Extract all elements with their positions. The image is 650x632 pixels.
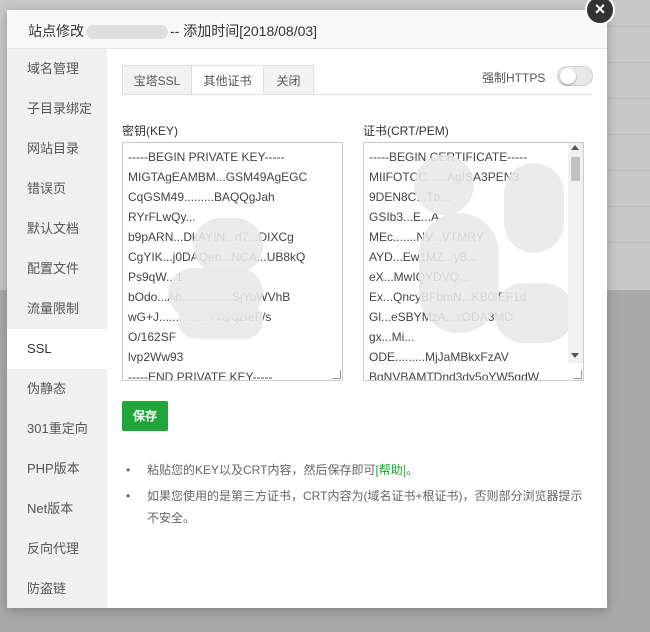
redaction-blob <box>419 213 499 333</box>
tip-end: 。 <box>406 463 419 477</box>
save-button[interactable]: 保存 <box>122 401 168 431</box>
tip-text: 如果您使用的是第三方证书，CRT内容为(域名证书+根证书)，否则部分浏览器提示不… <box>147 489 583 525</box>
tab-close[interactable]: 关闭 <box>263 65 314 95</box>
bullet-icon: • <box>126 463 131 477</box>
tip-item: • 粘贴您的KEY以及CRT内容，然后保存即可[帮助]。 <box>122 459 592 481</box>
redacted-site-name <box>86 25 168 40</box>
sidebar-item-rewrite[interactable]: 伪静态 <box>7 369 107 409</box>
certificate-textarea[interactable]: -----BEGIN CERTIFICATE----- MIIFOTCC....… <box>363 142 584 381</box>
ssl-tips: • 粘贴您的KEY以及CRT内容，然后保存即可[帮助]。 • 如果您使用的是第三方证… <box>122 459 592 529</box>
sidebar-item-redirect[interactable]: 301重定向 <box>7 409 107 449</box>
force-https-toggle[interactable] <box>557 66 593 86</box>
tab-divider <box>122 94 592 95</box>
sidebar-item-ssl[interactable]: SSL <box>7 329 107 369</box>
tab-baota-ssl[interactable]: 宝塔SSL <box>122 65 192 95</box>
sidebar-item-default-doc[interactable]: 默认文档 <box>7 209 107 249</box>
redaction-blob <box>494 283 574 343</box>
redaction-blob <box>414 155 474 215</box>
sidebar-item-php-version[interactable]: PHP版本 <box>7 449 107 489</box>
bullet-icon: • <box>126 489 131 503</box>
sidebar-item-error-page[interactable]: 错误页 <box>7 169 107 209</box>
sidebar-item-site-directory[interactable]: 网站目录 <box>7 129 107 169</box>
dialog-title: 站点修改 -- 添加时间[2018/08/03] <box>28 21 317 41</box>
scroll-down-icon[interactable] <box>571 353 579 358</box>
ssl-panel: 宝塔SSL 其他证书 关闭 强制HTTPS 密钥(KEY) 证书(CRT/PEM… <box>122 49 593 608</box>
resize-handle[interactable] <box>332 370 341 379</box>
resize-handle[interactable] <box>573 370 582 379</box>
title-prefix: 站点修改 <box>28 23 84 39</box>
dialog-header: 站点修改 -- 添加时间[2018/08/03] <box>7 10 607 49</box>
cert-scrollbar[interactable] <box>568 143 583 363</box>
sidebar-item-domain[interactable]: 域名管理 <box>7 49 107 89</box>
sidebar-item-hotlink[interactable]: 防盗链 <box>7 569 107 609</box>
title-suffix: -- 添加时间[2018/08/03] <box>170 23 318 39</box>
redaction-blob <box>178 303 263 339</box>
scroll-thumb[interactable] <box>571 157 580 181</box>
sidebar-item-traffic-limit[interactable]: 流量限制 <box>7 289 107 329</box>
key-label: 密钥(KEY) <box>122 124 179 138</box>
tip-text: 粘贴您的KEY以及CRT内容，然后保存即可 <box>147 463 376 477</box>
scroll-up-icon[interactable] <box>571 145 579 150</box>
force-https-label: 强制HTTPS <box>482 71 546 85</box>
tip-item: • 如果您使用的是第三方证书，CRT内容为(域名证书+根证书)，否则部分浏览器提示… <box>122 485 592 529</box>
redaction-blob <box>193 218 263 273</box>
sidebar-item-net-version[interactable]: Net版本 <box>7 489 107 529</box>
private-key-textarea[interactable]: -----BEGIN PRIVATE KEY----- MIGTAgEAMBM.… <box>122 142 343 381</box>
redaction-blob <box>504 163 564 253</box>
settings-sidebar: 域名管理 子目录绑定 网站目录 错误页 默认文档 配置文件 流量限制 SSL 伪… <box>7 49 107 608</box>
toggle-knob <box>560 68 576 84</box>
sidebar-item-config-file[interactable]: 配置文件 <box>7 249 107 289</box>
sidebar-item-reverse-proxy[interactable]: 反向代理 <box>7 529 107 569</box>
site-edit-dialog: 站点修改 -- 添加时间[2018/08/03] 域名管理 子目录绑定 网站目录 … <box>7 10 607 608</box>
sidebar-item-subdirectory[interactable]: 子目录绑定 <box>7 89 107 129</box>
help-link[interactable]: [帮助] <box>375 463 406 477</box>
tab-other-cert[interactable]: 其他证书 <box>191 65 264 95</box>
cert-label: 证书(CRT/PEM) <box>363 124 449 138</box>
